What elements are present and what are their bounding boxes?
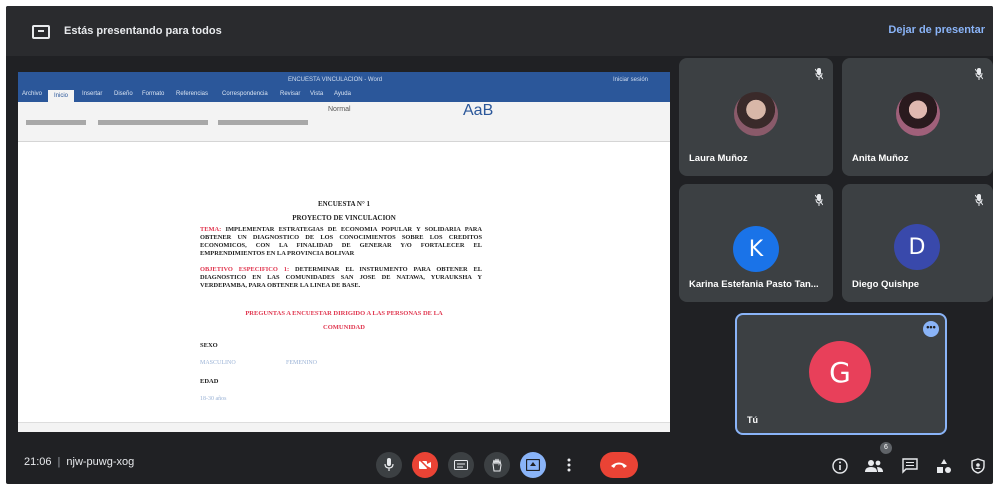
ribbon-tools <box>218 120 308 125</box>
meeting-info: 21:06 | njw-puwg-xog <box>24 456 135 468</box>
camera-off-icon <box>418 459 432 471</box>
avatar: D <box>894 224 940 270</box>
word-signin: Iniciar sesión <box>612 77 648 83</box>
presenting-bar: Estás presentando para todos Dejar de pr… <box>6 6 993 56</box>
word-menu-item: Ayuda <box>334 91 351 97</box>
word-menu-item: Insertar <box>82 91 103 97</box>
doc-heading: ENCUESTA N° 1 <box>317 200 371 208</box>
more-icon[interactable]: ••• <box>923 321 939 337</box>
chat-button[interactable] <box>900 456 920 476</box>
doc-objetivo-label: OBJETIVO ESPECIFICO 1: <box>200 266 290 273</box>
participant-name: Laura Muñoz <box>689 153 748 164</box>
word-menu-item: Vista <box>310 91 324 97</box>
document-page: ENCUESTA N° 1 PROYECTO DE VINCULACION TE… <box>18 142 670 422</box>
doc-option-femenino: FEMENINO <box>286 360 317 366</box>
chat-icon <box>902 458 918 474</box>
participant-name: Anita Muñoz <box>852 153 909 164</box>
ribbon-tools <box>98 120 208 125</box>
word-menu-item: Formato <box>142 91 165 97</box>
word-menu-item: Referencias <box>176 91 209 97</box>
word-menu-item: Revisar <box>280 91 301 97</box>
host-controls-button[interactable] <box>968 456 988 476</box>
mic-icon <box>384 458 394 471</box>
avatar <box>896 92 940 136</box>
participant-tile[interactable]: D Diego Quishpe <box>842 184 993 302</box>
raise-hand-icon <box>492 458 502 472</box>
ribbon-tools <box>26 120 86 125</box>
doc-tema-text: IMPLEMENTAR ESTRATEGIAS DE ECONOMIA POPU… <box>200 226 482 257</box>
avatar: K <box>733 226 779 272</box>
present-icon <box>526 459 540 471</box>
word-status-bar <box>18 422 670 432</box>
word-menu-item: Inicio <box>48 90 75 102</box>
captions-icon <box>454 460 468 470</box>
captions-button[interactable] <box>448 452 474 478</box>
mic-off-icon <box>975 194 983 206</box>
word-title-bar: ENCUESTA VINCULACION - Word Iniciar sesi… <box>18 72 670 90</box>
ribbon-style-preview: AaB <box>463 102 494 119</box>
word-window-title: ENCUESTA VINCULACION - Word <box>288 77 383 83</box>
meeting-details-button[interactable] <box>830 456 850 476</box>
participant-name: Karina Estefania Pasto Tan... <box>689 279 819 290</box>
word-menu-item: Correspondencia <box>222 91 268 97</box>
self-name: Tú <box>747 415 758 425</box>
ribbon-styles: Normal <box>328 106 351 113</box>
more-options-button[interactable] <box>556 452 582 478</box>
doc-preguntas-2: COMUNIDAD <box>323 324 365 331</box>
mic-button[interactable] <box>376 452 402 478</box>
doc-tema-label: TEMA: <box>200 226 222 233</box>
participant-name: Diego Quishpe <box>852 279 920 290</box>
stop-presenting-button[interactable]: Dejar de presentar <box>888 24 985 36</box>
activities-button[interactable] <box>934 456 954 476</box>
self-tile[interactable]: G ••• Tú <box>735 313 947 435</box>
raise-hand-button[interactable] <box>484 452 510 478</box>
meeting-time: 21:06 <box>24 456 52 468</box>
hang-up-icon <box>611 462 627 468</box>
word-menu-item: Archivo <box>22 91 43 97</box>
activities-icon <box>937 459 951 473</box>
leave-call-button[interactable] <box>600 452 638 478</box>
word-ribbon: Normal AaB <box>18 102 670 142</box>
doc-preguntas: PREGUNTAS A ENCUESTAR DIRIGIDO A LAS PER… <box>245 310 443 317</box>
word-menu-item: Diseño <box>114 91 133 97</box>
control-bar: 21:06 | njw-puwg-xog 6 <box>6 442 993 484</box>
present-button[interactable] <box>520 452 546 478</box>
info-icon <box>832 458 848 474</box>
doc-option-masculino: MASCULINO <box>200 360 236 366</box>
present-screen-icon <box>32 25 50 39</box>
presenting-text: Estás presentando para todos <box>64 25 222 37</box>
mic-off-icon <box>815 194 823 206</box>
mic-off-icon <box>815 68 823 80</box>
doc-objetivo: OBJETIVO ESPECIFICO 1: DETERMINAR EL INS… <box>200 266 482 290</box>
meeting-code: njw-puwg-xog <box>66 456 135 468</box>
avatar <box>734 92 778 136</box>
doc-edad-label: EDAD <box>200 378 219 385</box>
word-menu-bar: Archivo Inicio Insertar Diseño Formato R… <box>18 90 670 102</box>
participant-tile[interactable]: K Karina Estefania Pasto Tan... <box>679 184 833 302</box>
people-count-badge: 6 <box>880 442 892 454</box>
more-vert-icon <box>567 458 571 472</box>
shared-screen: ENCUESTA VINCULACION - Word Iniciar sesi… <box>18 72 670 432</box>
self-avatar: G <box>809 341 871 403</box>
participant-tile[interactable]: Anita Muñoz <box>842 58 993 176</box>
camera-button[interactable] <box>412 452 438 478</box>
meet-window: Estás presentando para todos Dejar de pr… <box>6 6 993 484</box>
doc-subheading: PROYECTO DE VINCULACION <box>292 214 396 222</box>
people-icon <box>865 460 883 472</box>
doc-sexo-label: SEXO <box>200 342 218 349</box>
people-button[interactable] <box>864 456 884 476</box>
doc-tema: TEMA: IMPLEMENTAR ESTRATEGIAS DE ECONOMI… <box>200 226 482 258</box>
host-controls-icon <box>971 458 985 474</box>
participant-tile[interactable]: Laura Muñoz <box>679 58 833 176</box>
doc-edad-option: 18-30 años <box>200 396 227 402</box>
mic-off-icon <box>975 68 983 80</box>
